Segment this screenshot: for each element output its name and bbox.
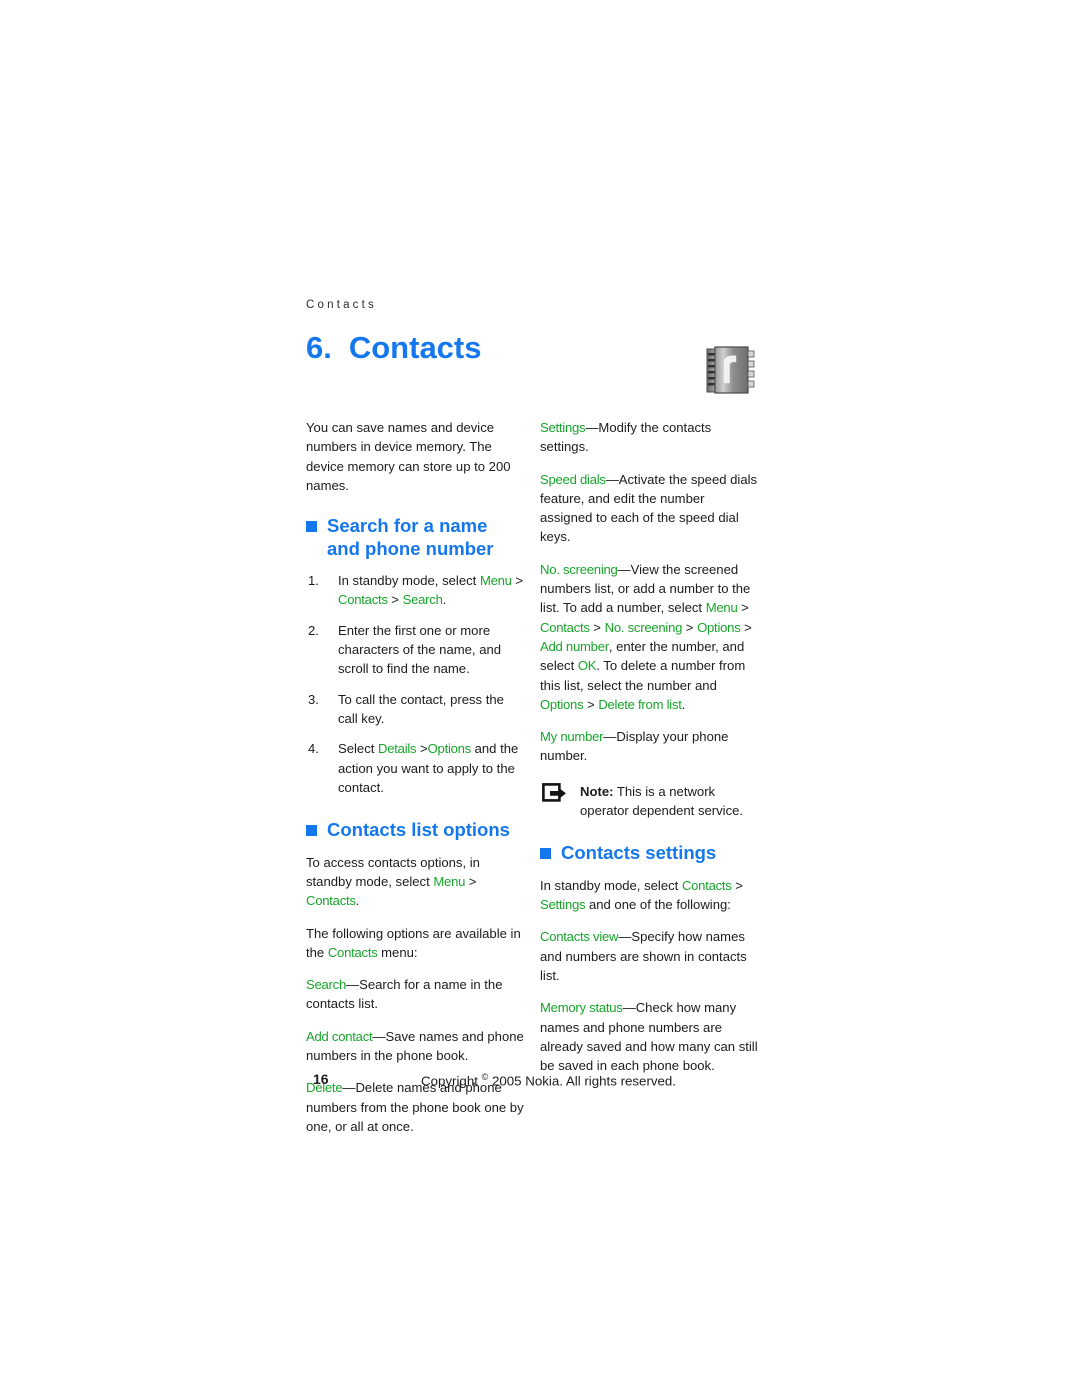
list-item-text: To call the contact, press the call key.: [338, 692, 504, 726]
address-book-icon: [703, 344, 759, 396]
ui-term: Speed dials: [540, 471, 606, 487]
ui-term: Details: [378, 741, 417, 757]
body-text: >: [387, 592, 403, 608]
section-heading-search-label: Search for a name and phone number: [327, 515, 494, 559]
list-item: 2. Enter the first one or more characters…: [306, 621, 524, 679]
running-header: Contacts: [306, 299, 377, 311]
note-block: Note: This is a network operator depende…: [540, 782, 758, 821]
body-text: Select: [338, 741, 379, 757]
list-item: 4. Select Details >Options and the action…: [306, 739, 524, 797]
body-text: >: [583, 696, 599, 712]
section-heading-contacts-settings-label: Contacts settings: [561, 842, 717, 864]
list-item-number: 3.: [308, 691, 319, 707]
ui-term: Search: [402, 592, 443, 608]
paragraph: Settings—Modify the contacts settings.: [540, 418, 758, 457]
body-text: Enter the first one or more characters o…: [338, 622, 502, 677]
ui-term: Delete from list: [598, 696, 682, 712]
ui-term: OK: [577, 658, 597, 674]
paragraph: My number—Display your phone number.: [540, 727, 758, 766]
copyright-rest: 2005 Nokia. All rights reserved.: [491, 1073, 677, 1089]
section-heading-list-options-label: Contacts list options: [327, 819, 510, 841]
body-text: >: [416, 741, 428, 757]
paragraph: Speed dials—Activate the speed dials fea…: [540, 470, 758, 547]
body-text: >: [589, 619, 605, 635]
ui-term: Options: [427, 741, 472, 757]
left-column-paragraphs: To access contacts options, in standby m…: [306, 853, 524, 1137]
copyright-symbol: ©: [481, 1072, 489, 1082]
ui-term: Options: [697, 619, 741, 635]
ui-term: Contacts view: [540, 929, 619, 945]
document-page: Contacts 6. Contacts You can save names …: [0, 0, 1080, 1397]
body-text: .: [442, 592, 447, 608]
ui-term: Contacts: [338, 592, 388, 608]
right-column-paragraphs-top: Settings—Modify the contacts settings. Sp…: [540, 418, 758, 766]
chapter-number: 6.: [306, 330, 332, 365]
ui-term: Add contact: [306, 1028, 373, 1044]
ui-term: My number: [540, 729, 604, 745]
ui-term: Menu: [479, 573, 512, 589]
body-text: >: [737, 600, 749, 616]
square-bullet-icon: [306, 825, 317, 837]
ui-term: Contacts: [306, 893, 356, 909]
ui-term: Settings: [540, 420, 586, 435]
right-column-paragraphs-bottom: In standby mode, select Contacts > Setti…: [540, 876, 758, 1076]
body-text: >: [731, 877, 743, 893]
section-heading-contacts-settings: Contacts settings: [540, 842, 758, 865]
chapter-title-text: Contacts: [348, 330, 482, 365]
ui-term: Contacts: [681, 877, 732, 893]
page-title: 6. Contacts: [306, 330, 482, 366]
right-column: Settings—Modify the contacts settings. Sp…: [540, 418, 758, 1089]
list-item-text: In standby mode, select Menu > Contacts …: [338, 573, 523, 607]
paragraph: Contacts view—Specify how names and numb…: [540, 927, 758, 985]
copyright-notice: Copyright © 2005 Nokia. All rights reser…: [421, 1072, 676, 1088]
ui-term: No. screening: [540, 561, 618, 577]
list-item-number: 4.: [308, 741, 319, 757]
body-text: .: [355, 893, 360, 909]
section-heading-list-options: Contacts list options: [306, 819, 524, 842]
list-item: 3. To call the contact, press the call ke…: [306, 690, 524, 729]
ui-term: Add number: [540, 638, 609, 654]
paragraph: Search—Search for a name in the contacts…: [306, 975, 524, 1014]
ui-term: Settings: [540, 897, 586, 913]
ui-term: Contacts: [540, 619, 590, 635]
body-text: .: [681, 696, 686, 712]
square-bullet-icon: [540, 848, 551, 860]
paragraph: To access contacts options, in standby m…: [306, 853, 524, 911]
ui-term: Contacts: [327, 944, 378, 960]
body-text: >: [511, 573, 523, 589]
page-number: 16: [313, 1071, 329, 1087]
copyright-prefix: Copyright: [421, 1073, 478, 1089]
left-column: You can save names and device numbers in…: [306, 418, 524, 1149]
list-item-number: 2.: [308, 622, 319, 638]
ui-term: Options: [540, 696, 584, 712]
section-heading-search: Search for a name and phone number: [306, 515, 524, 560]
paragraph: No. screening—View the screened numbers …: [540, 560, 758, 714]
body-text: In standby mode, select: [540, 877, 682, 893]
ui-term: No. screening: [604, 619, 683, 635]
paragraph: The following options are available in t…: [306, 924, 524, 963]
body-text: menu:: [377, 944, 418, 960]
intro-paragraph: You can save names and device numbers in…: [306, 420, 511, 493]
paragraph: Memory status—Check how many names and p…: [540, 998, 758, 1075]
square-bullet-icon: [306, 521, 317, 533]
body-text: >: [740, 619, 752, 635]
list-item: 1. In standby mode, select Menu > Contact…: [306, 571, 524, 610]
ui-term: Menu: [705, 600, 738, 616]
note-arrow-icon: [542, 782, 568, 805]
body-text: >: [465, 873, 477, 889]
paragraph: Add contact—Save names and phone numbers…: [306, 1027, 524, 1066]
body-text: To call the contact, press the call key.: [338, 691, 504, 726]
ui-term: Menu: [433, 873, 466, 889]
body-text: In standby mode, select: [338, 573, 480, 589]
search-steps-list: 1. In standby mode, select Menu > Contact…: [306, 571, 524, 797]
ui-term: Memory status: [540, 1000, 623, 1016]
body-text: and one of the following:: [585, 897, 731, 913]
body-text: >: [682, 619, 698, 635]
list-item-number: 1.: [308, 573, 319, 589]
list-item-text: Select Details >Options and the action y…: [338, 741, 518, 795]
note-label: Note:: [580, 783, 614, 799]
list-item-text: Enter the first one or more characters o…: [338, 623, 501, 677]
ui-term: Search: [306, 977, 346, 993]
paragraph: In standby mode, select Contacts > Setti…: [540, 876, 758, 915]
